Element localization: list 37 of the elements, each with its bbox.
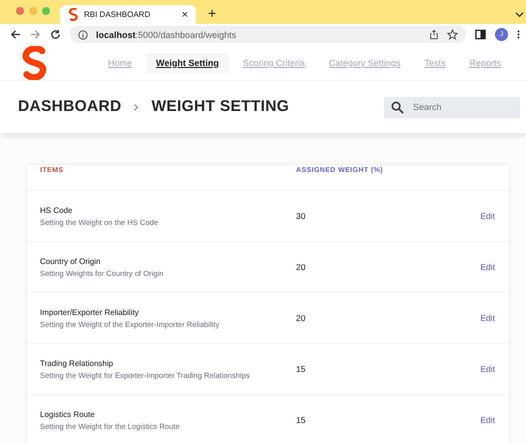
weight-value: 20 [296, 262, 306, 272]
address-bar[interactable]: localhost:5000/dashboard/weights [70, 26, 466, 43]
weight-value: 15 [296, 415, 306, 425]
star-icon[interactable] [447, 29, 458, 40]
browser-tab[interactable]: RBI DASHBOARD × [60, 5, 196, 24]
back-icon[interactable] [10, 29, 21, 40]
share-icon[interactable] [429, 29, 439, 40]
edit-link[interactable]: Edit [480, 364, 495, 374]
forward-icon[interactable] [30, 29, 41, 40]
info-icon [78, 30, 88, 40]
search-icon [391, 100, 404, 114]
item-name: Trading Relationship [40, 358, 114, 368]
edit-link[interactable]: Edit [480, 415, 495, 425]
url-text: localhost:5000/dashboard/weights [96, 30, 236, 40]
chevron-down-icon[interactable] [515, 10, 524, 19]
item-name: Importer/Exporter Reliability [40, 308, 140, 316]
tab-title: RBI DASHBOARD [84, 10, 152, 19]
close-tab-button[interactable]: × [182, 8, 188, 20]
edit-link[interactable]: Edit [480, 313, 495, 323]
breadcrumb-item[interactable]: DASHBOARD [18, 98, 122, 116]
nav-link[interactable]: Weight Setting [146, 52, 229, 72]
edit-link[interactable]: Edit [480, 211, 495, 221]
reload-icon[interactable] [50, 29, 61, 40]
item-name: HS Code [40, 206, 74, 214]
breadcrumb-item: WEIGHT SETTING [151, 98, 290, 116]
item-name: Logistics Route [40, 410, 96, 418]
item-name: Country of Origin [40, 256, 102, 266]
logo-icon [68, 8, 79, 21]
sidebar-icon[interactable] [475, 29, 486, 40]
search-field[interactable]: Search [384, 96, 520, 118]
edit-link[interactable]: Edit [480, 262, 495, 272]
chevron-right-icon [133, 102, 140, 112]
weight-value: 20 [296, 313, 306, 323]
new-tab-button[interactable]: + [208, 5, 216, 21]
more-icon[interactable] [517, 29, 520, 40]
weight-value: 30 [296, 211, 306, 221]
weight-value: 15 [296, 364, 306, 374]
